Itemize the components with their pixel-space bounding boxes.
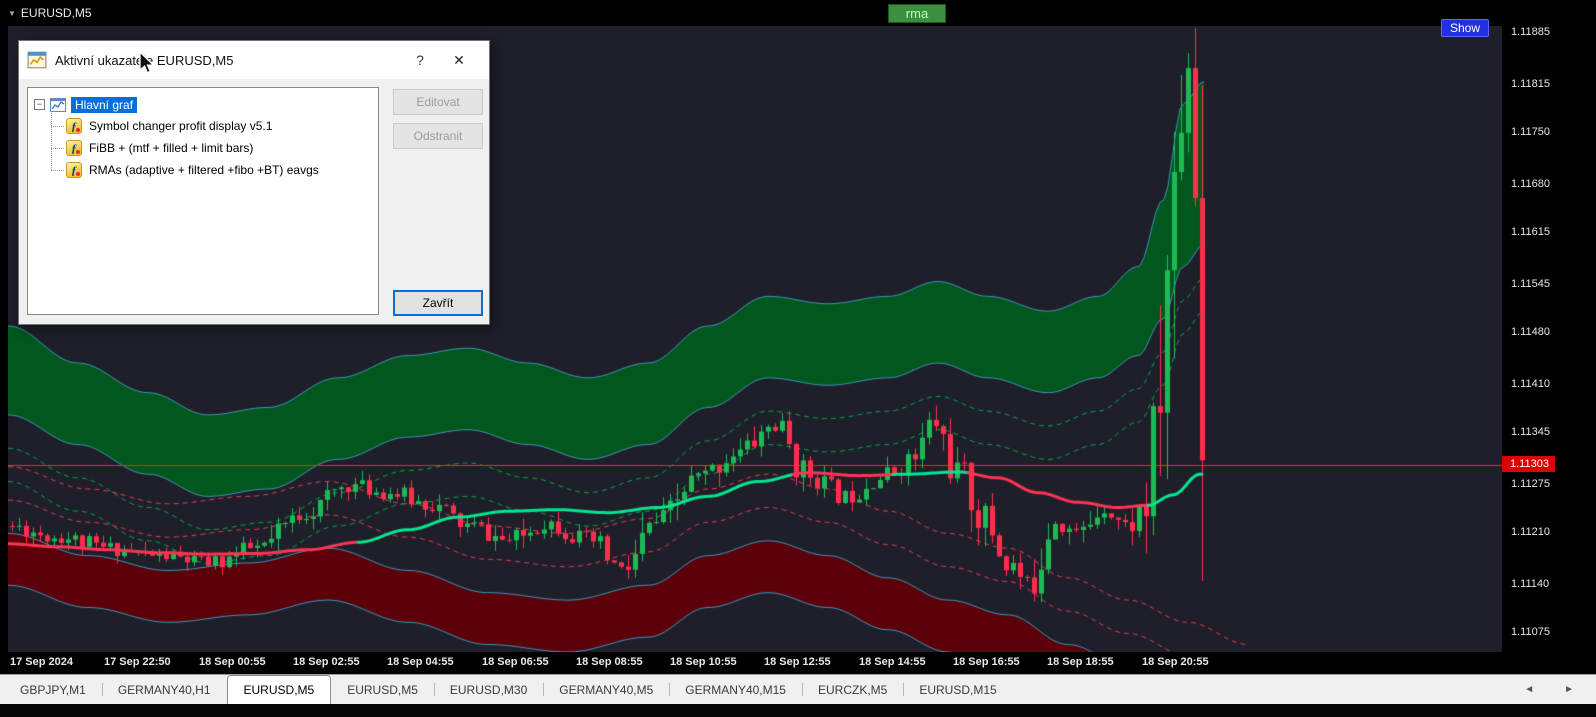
- function-icon: ƒ: [66, 118, 82, 134]
- price-axis-label: 1.11410: [1511, 378, 1550, 391]
- tab-scroll-left-icon[interactable]: ◄: [1524, 684, 1534, 695]
- time-axis-label: 17 Sep 2024: [10, 656, 73, 668]
- price-axis-label: 1.11815: [1511, 78, 1550, 91]
- chart-tab[interactable]: EURCZK,M5: [801, 675, 903, 704]
- time-axis-label: 18 Sep 12:55: [764, 656, 831, 668]
- price-axis-label: 1.11545: [1511, 278, 1550, 291]
- indicator-row[interactable]: ƒ RMAs (adaptive + filtered +fibo +BT) e…: [51, 159, 376, 181]
- symbol-text: EURUSD,M5: [20, 6, 92, 20]
- price-axis-label: 1.11075: [1511, 626, 1550, 639]
- price-axis-label: 1.11480: [1511, 326, 1550, 339]
- indicator-label: Symbol changer profit display v5.1: [89, 119, 273, 133]
- current-price-badge: 1.11303: [1502, 455, 1555, 472]
- time-axis[interactable]: 17 Sep 2024 17 Sep 22:50 18 Sep 00:55 18 Se…: [8, 652, 1502, 674]
- dialog-titlebar[interactable]: Aktivní ukazatele EURUSD,M5 ? ✕: [19, 41, 489, 79]
- time-axis-label: 18 Sep 20:55: [1142, 656, 1209, 668]
- time-axis-label: 18 Sep 04:55: [387, 656, 454, 668]
- tree-collapse-icon[interactable]: −: [34, 99, 45, 110]
- tab-scroll-controls: ◄ ►: [1502, 675, 1596, 704]
- function-icon: ƒ: [66, 140, 82, 156]
- chart-tab[interactable]: GERMANY40,M15: [669, 675, 802, 704]
- indicator-row[interactable]: ƒ FiBB + (mtf + filled + limit bars): [51, 137, 376, 159]
- time-axis-label: 18 Sep 18:55: [1047, 656, 1114, 668]
- time-axis-label: 18 Sep 06:55: [482, 656, 549, 668]
- price-axis-label: 1.11345: [1511, 426, 1550, 439]
- edit-button: Editovat: [393, 89, 483, 115]
- top-bar: ▼ EURUSD,M5 rma: [0, 0, 1596, 26]
- time-axis-label: 17 Sep 22:50: [104, 656, 171, 668]
- price-axis-label: 1.11275: [1511, 478, 1550, 491]
- indicator-label: FiBB + (mtf + filled + limit bars): [89, 141, 254, 155]
- symbol-dropdown-icon: ▼: [8, 8, 16, 18]
- indicators-tree[interactable]: − Hlavní graf ƒ Symbol changer profit di…: [27, 87, 379, 315]
- price-axis-label: 1.11615: [1511, 226, 1550, 239]
- time-axis-label: 18 Sep 08:55: [576, 656, 643, 668]
- chart-tab[interactable]: GERMANY40,H1: [101, 675, 227, 704]
- tree-root-row[interactable]: − Hlavní graf: [30, 94, 376, 115]
- tab-scroll-right-icon[interactable]: ►: [1564, 684, 1574, 695]
- mouse-cursor: [139, 50, 156, 74]
- price-axis-label: 1.11680: [1511, 178, 1550, 191]
- window-bottom-edge: [0, 704, 1596, 717]
- chart-symbol-label: ▼ EURUSD,M5: [8, 6, 92, 20]
- time-axis-label: 18 Sep 14:55: [859, 656, 926, 668]
- chart-tab[interactable]: GERMANY40,M5: [543, 675, 669, 704]
- time-axis-label: 18 Sep 10:55: [670, 656, 737, 668]
- tree-children: ƒ Symbol changer profit display v5.1 ƒ F…: [30, 111, 376, 181]
- main-chart-icon: [50, 97, 66, 112]
- show-button[interactable]: Show: [1441, 19, 1490, 37]
- price-axis-label: 1.11210: [1511, 526, 1550, 539]
- chart-tab-bar: GBPJPY,M1 GERMANY40,H1 EURUSD,M5 EURUSD,…: [0, 674, 1596, 704]
- indicators-dialog-icon: [27, 51, 47, 69]
- function-icon: ƒ: [66, 162, 82, 178]
- time-axis-label: 18 Sep 02:55: [293, 656, 360, 668]
- remove-button: Odstranit: [393, 123, 483, 149]
- price-axis-label: 1.11750: [1511, 126, 1550, 139]
- indicator-row[interactable]: ƒ Symbol changer profit display v5.1: [51, 115, 376, 137]
- help-icon[interactable]: ?: [403, 52, 437, 68]
- price-axis-label: 1.11885: [1511, 26, 1550, 39]
- mt-terminal-window: { "top_bar": {"symbol": "EURUSD,M5", "rm…: [0, 0, 1596, 717]
- time-axis-label: 18 Sep 16:55: [953, 656, 1020, 668]
- time-axis-label: 18 Sep 00:55: [199, 656, 266, 668]
- chart-tab[interactable]: EURUSD,M30: [433, 675, 543, 704]
- chart-tab[interactable]: GBPJPY,M1: [4, 675, 102, 704]
- tree-root-label: Hlavní graf: [71, 96, 138, 113]
- chart-tab[interactable]: EURUSD,M5: [331, 675, 434, 704]
- close-button[interactable]: Zavřít: [393, 290, 483, 316]
- close-icon[interactable]: ✕: [437, 52, 481, 69]
- chart-tab[interactable]: EURUSD,M15: [903, 675, 1012, 704]
- price-axis-label: 1.11140: [1511, 578, 1550, 591]
- dialog-body: − Hlavní graf ƒ Symbol changer profit di…: [19, 79, 489, 324]
- indicators-dialog: Aktivní ukazatele EURUSD,M5 ? ✕ − Hlavní…: [18, 40, 490, 325]
- price-axis[interactable]: 1.11885 1.11815 1.11750 1.11680 1.11615 1.115…: [1502, 26, 1596, 652]
- chart-tab[interactable]: EURUSD,M5: [226, 675, 332, 704]
- rma-overlay-button[interactable]: rma: [888, 4, 946, 23]
- indicator-label: RMAs (adaptive + filtered +fibo +BT) eav…: [89, 163, 319, 177]
